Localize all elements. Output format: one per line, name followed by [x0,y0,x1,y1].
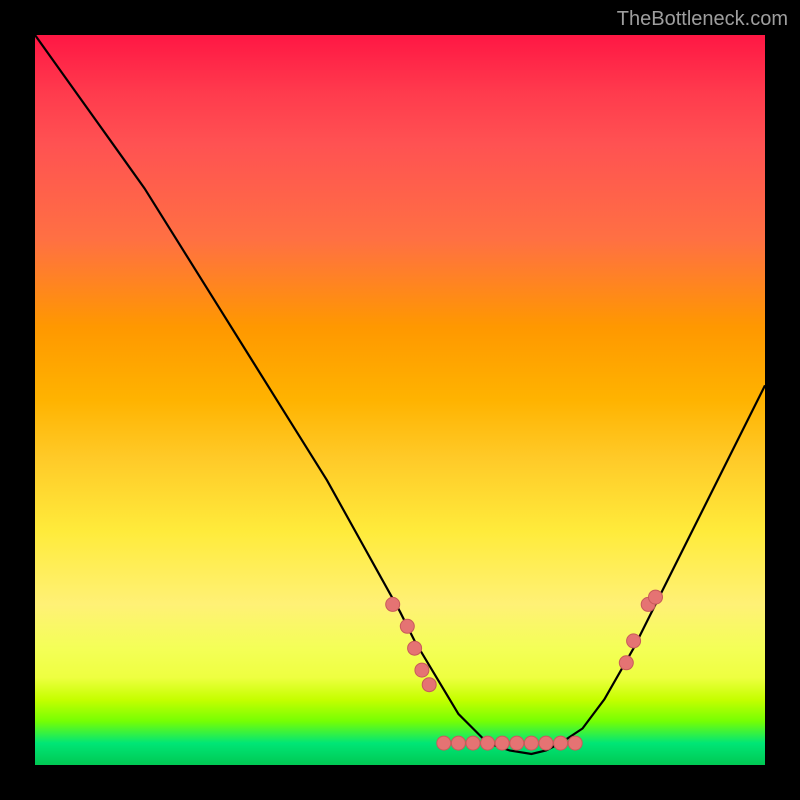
data-point [495,736,509,750]
data-point [510,736,524,750]
data-point [619,656,633,670]
data-point [627,634,641,648]
attribution-text: TheBottleneck.com [617,8,788,31]
data-point [386,597,400,611]
bottleneck-curve [35,35,765,754]
data-point [539,736,553,750]
data-point [649,590,663,604]
chart-frame: TheBottleneck.com [0,0,800,800]
data-point [466,736,480,750]
data-point [524,736,538,750]
data-point [437,736,451,750]
data-point [400,619,414,633]
chart-svg [35,35,765,765]
data-point [422,678,436,692]
data-point [481,736,495,750]
data-point [415,663,429,677]
data-point [451,736,465,750]
data-point [554,736,568,750]
plot-area [35,35,765,765]
data-point [408,641,422,655]
data-point [568,736,582,750]
